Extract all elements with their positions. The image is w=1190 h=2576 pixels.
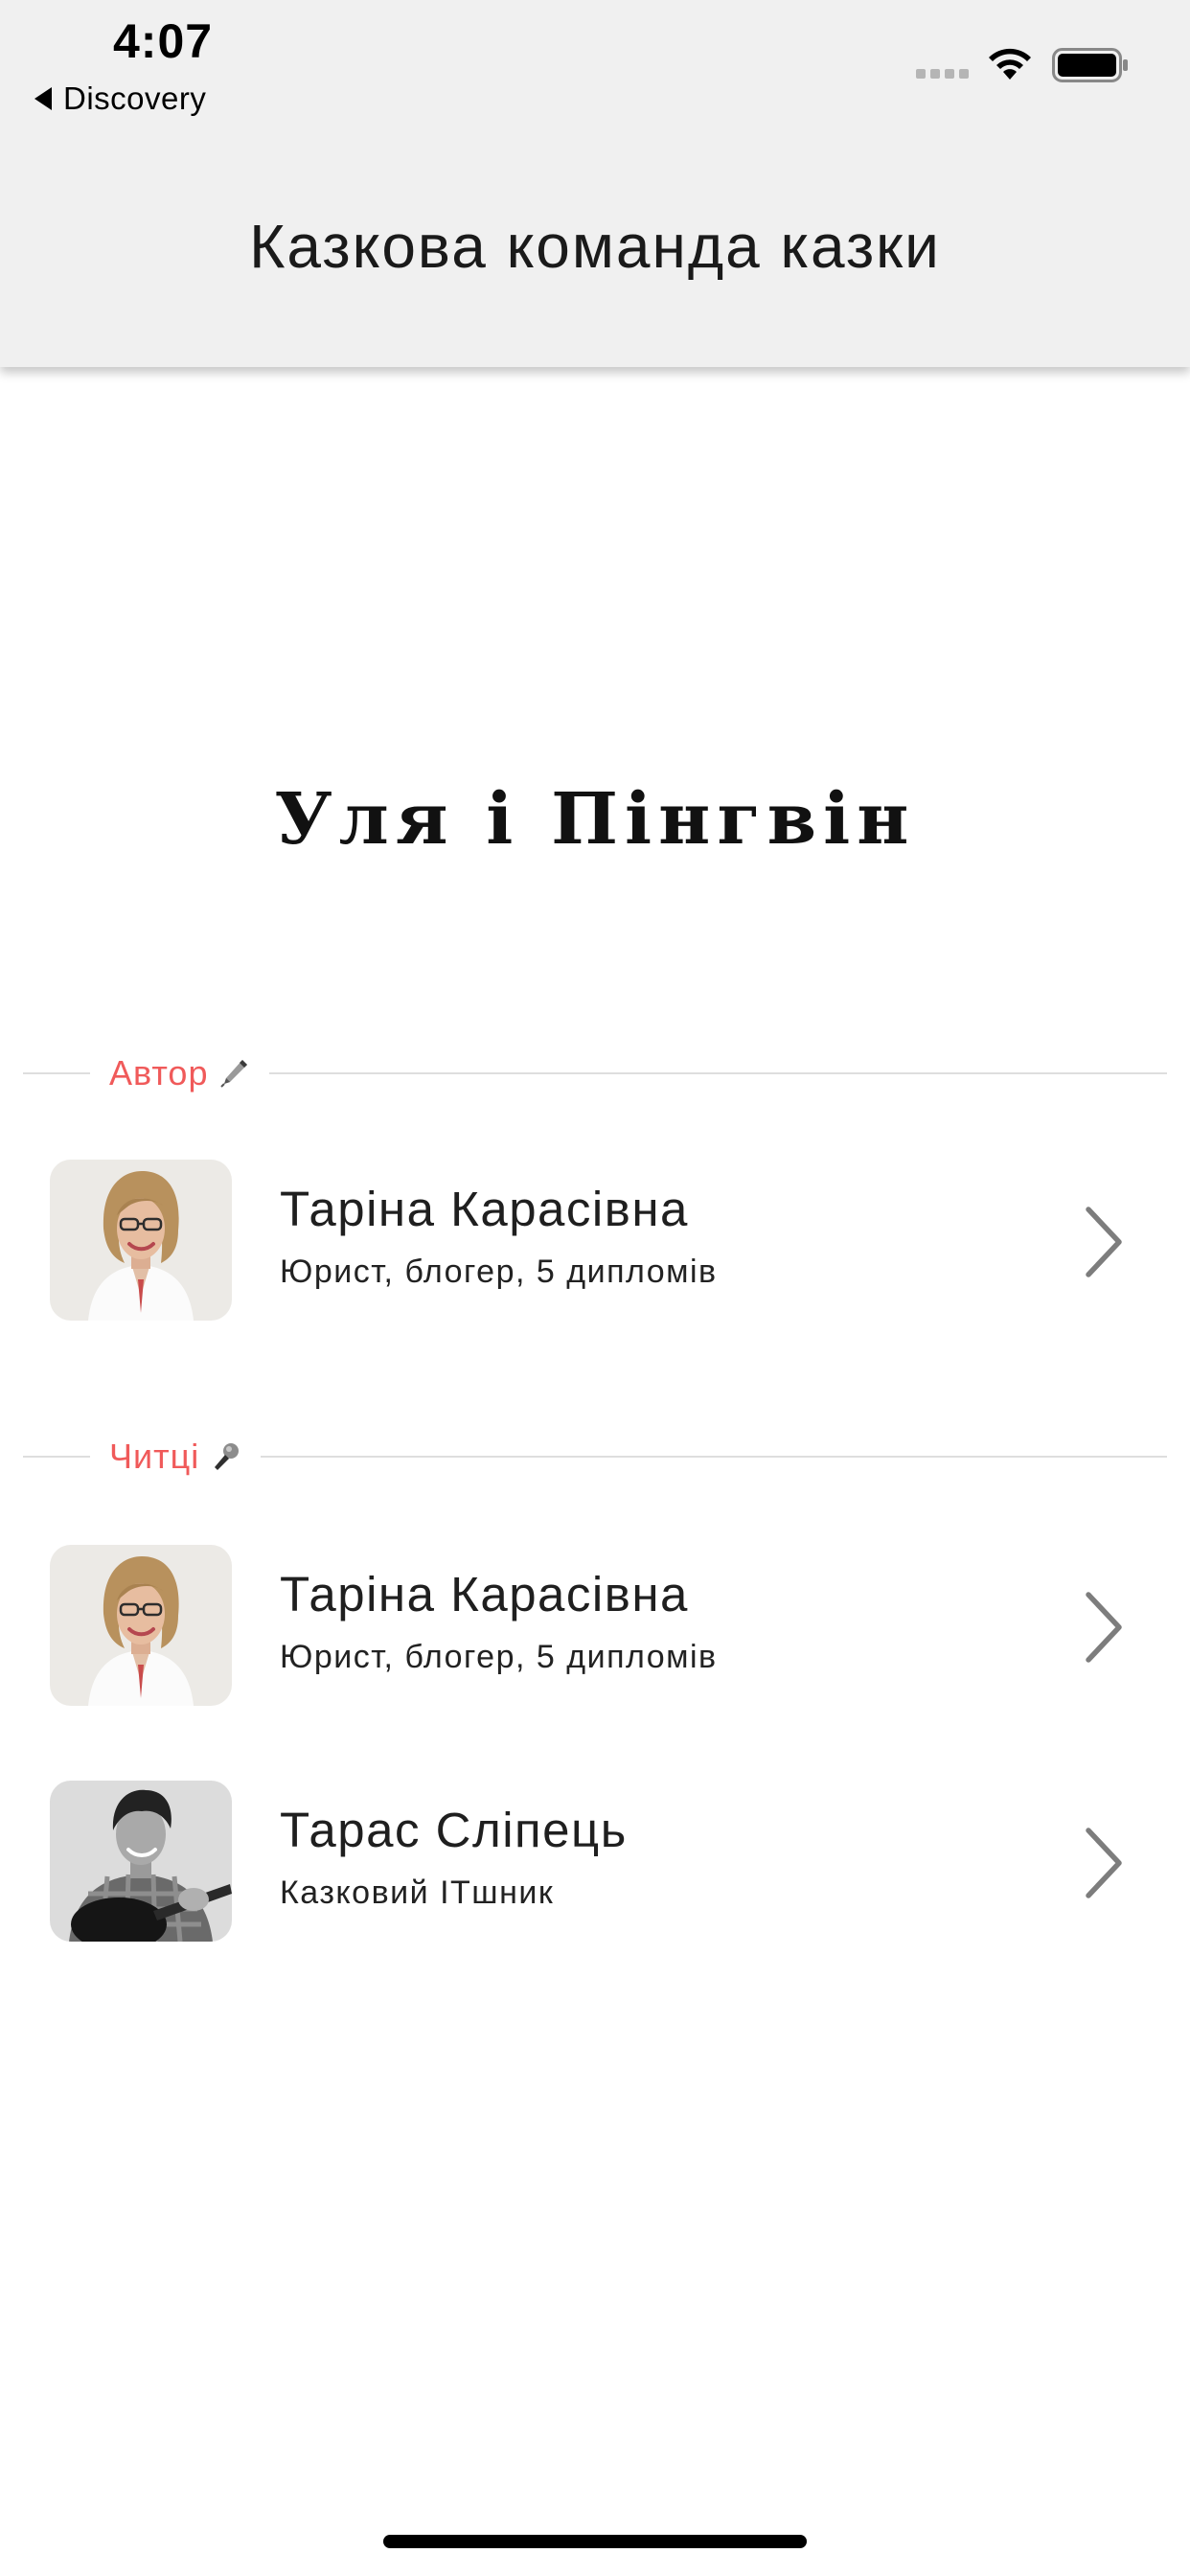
back-arrow-icon (34, 87, 52, 110)
person-name: Таріна Карасівна (280, 1567, 689, 1622)
chevron-right-icon (1086, 1828, 1122, 1898)
person-description: Юрист, блогер, 5 дипломів (280, 1254, 718, 1290)
readers-section-label: Читці (109, 1437, 200, 1476)
woman-portrait-photo (50, 1545, 232, 1706)
chevron-right-icon (1086, 1207, 1122, 1277)
home-indicator[interactable] (383, 2535, 807, 2548)
avatar (50, 1160, 232, 1321)
woman-portrait-photo (50, 1160, 232, 1321)
nav-header: 4:07 Discovery Казкова команда казки (0, 0, 1190, 367)
reader-row[interactable]: Тарас Сліпець Казковий ІТшник (0, 1781, 1190, 1944)
pen-icon (220, 1060, 248, 1088)
chevron-right-icon (1086, 1592, 1122, 1663)
wifi-icon (989, 48, 1031, 80)
back-to-discovery-link[interactable]: Discovery (34, 79, 206, 119)
microphone-icon (215, 1443, 240, 1470)
divider-line (23, 1456, 90, 1458)
story-title: Уля і Пінгвін (274, 778, 916, 861)
author-section-title: Автор (90, 1053, 269, 1093)
author-section-label: Автор (109, 1053, 209, 1092)
person-name: Таріна Карасівна (280, 1182, 689, 1236)
person-name: Тарас Сліпець (280, 1803, 628, 1857)
divider-line (23, 1072, 90, 1074)
battery-icon (1052, 48, 1128, 82)
author-row[interactable]: Таріна Карасівна Юрист, блогер, 5 диплом… (0, 1160, 1190, 1322)
readers-section-header: Читці (23, 1436, 1167, 1478)
page-title: Казкова команда казки (249, 212, 941, 281)
status-time: 4:07 (113, 14, 214, 68)
author-section-header: Автор (23, 1052, 1167, 1094)
man-with-guitar-photo (50, 1781, 232, 1942)
avatar (50, 1545, 232, 1706)
cellular-signal-icon (916, 69, 969, 79)
back-link-label: Discovery (63, 80, 207, 116)
person-description: Казковий ІТшник (280, 1874, 555, 1911)
readers-section-title: Читці (90, 1437, 261, 1477)
divider-line (269, 1072, 1167, 1074)
divider-line (261, 1456, 1167, 1458)
person-description: Юрист, блогер, 5 дипломів (280, 1639, 718, 1675)
avatar (50, 1781, 232, 1942)
reader-row[interactable]: Таріна Карасівна Юрист, блогер, 5 диплом… (0, 1545, 1190, 1708)
